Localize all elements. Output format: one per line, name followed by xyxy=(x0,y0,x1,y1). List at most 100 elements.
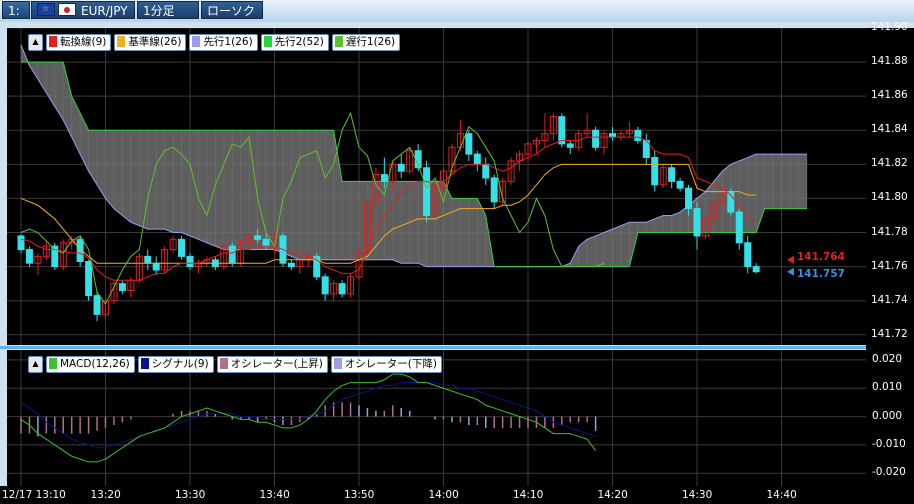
current-price-label: 141.757 xyxy=(797,267,845,280)
candle-body xyxy=(592,129,600,148)
candle-body xyxy=(321,276,329,295)
legend-chikou[interactable]: 遅行1(26) xyxy=(331,34,401,51)
x-tick-label: 14:30 xyxy=(682,489,713,501)
candle-body xyxy=(254,235,262,240)
candle-body xyxy=(676,180,684,189)
y-tick-label: 0.010 xyxy=(872,381,903,394)
legend-swatch-signal xyxy=(140,358,149,369)
kumo-cloud-segment xyxy=(443,181,453,267)
legend-label: 先行2(52) xyxy=(274,36,324,48)
candle-body xyxy=(25,249,33,264)
legend-label: 基準線(26) xyxy=(128,36,182,48)
collapse-legend-button[interactable]: ▲ xyxy=(28,34,43,51)
kumo-cloud-segment xyxy=(265,129,275,250)
x-tick-label: 14:40 xyxy=(766,489,797,501)
eu-flag-icon xyxy=(37,0,55,18)
kumo-cloud-segment xyxy=(88,129,98,186)
pane-divider[interactable] xyxy=(0,346,914,349)
y-tick-label: 141.88 xyxy=(871,55,908,68)
current-price-label: 141.764 xyxy=(797,250,845,263)
kumo-cloud-segment xyxy=(662,215,672,233)
price-chart[interactable]: ▲ 転換線(9) 基準線(26) 先行1(26) 先行2(52) 遅行1(26) xyxy=(7,28,866,345)
candle-body xyxy=(152,262,160,271)
legend-swatch-osc-down xyxy=(333,358,342,369)
y-tick-label: 141.78 xyxy=(871,225,908,238)
candle-body xyxy=(17,235,25,251)
kumo-cloud-segment xyxy=(586,235,596,267)
candle-body xyxy=(693,208,701,237)
kumo-cloud-segment xyxy=(316,129,326,261)
x-tick-label: 14:00 xyxy=(428,489,459,501)
kumo-cloud-segment xyxy=(37,61,47,94)
legend-macd[interactable]: MACD(12,26) xyxy=(46,356,135,373)
x-tick-label: 13:50 xyxy=(344,489,375,501)
legend-swatch-tenkan xyxy=(49,36,57,47)
y-tick-label: 141.84 xyxy=(871,123,908,136)
chart-index: 1: xyxy=(2,1,30,19)
chart-type-selector[interactable]: ローソク xyxy=(201,1,263,19)
legend-label: 先行1(26) xyxy=(203,36,253,48)
kumo-cloud-segment xyxy=(772,153,782,209)
kumo-cloud-segment xyxy=(798,153,808,209)
x-tick-label: 12/17 13:10 xyxy=(2,489,66,501)
legend-swatch-kijun xyxy=(117,36,126,47)
signal-line xyxy=(20,382,596,449)
x-tick-label: 13:20 xyxy=(90,489,121,501)
kumo-cloud-segment xyxy=(215,129,225,251)
legend-senkou-b[interactable]: 先行2(52) xyxy=(260,34,329,51)
kumo-cloud-segment xyxy=(240,129,250,250)
y-tick-label: 141.90 xyxy=(871,21,908,33)
kumo-cloud-segment xyxy=(764,153,774,209)
kumo-cloud-segment xyxy=(274,129,284,254)
kumo-cloud-segment xyxy=(105,129,115,210)
y-tick-label: 141.74 xyxy=(871,293,908,306)
candle-body xyxy=(609,133,616,138)
timeframe-selector[interactable]: 1分足 xyxy=(137,1,199,19)
kumo-cloud-segment xyxy=(350,181,360,261)
kumo-cloud-segment xyxy=(257,129,267,250)
y-tick-label: 0.000 xyxy=(872,409,903,422)
candle-body xyxy=(186,255,194,268)
currency-pair-selector[interactable]: EUR/JPY xyxy=(31,0,135,19)
legend-osc-down[interactable]: オシレーター(下降) xyxy=(330,356,443,373)
legend-kijun[interactable]: 基準線(26) xyxy=(114,34,187,51)
legend-label: MACD(12,26) xyxy=(60,358,130,370)
legend-signal[interactable]: シグナル(9) xyxy=(137,356,214,373)
collapse-macd-legend-button[interactable]: ▲ xyxy=(28,356,43,373)
kumo-cloud-segment xyxy=(578,238,588,267)
kumo-cloud-segment xyxy=(637,221,647,233)
y-tick-label: 141.80 xyxy=(871,191,908,204)
kumo-cloud-segment xyxy=(189,129,199,240)
kumo-cloud-segment xyxy=(789,153,799,209)
x-tick-label: 14:10 xyxy=(513,489,544,501)
candle-body xyxy=(262,238,270,247)
kumo-cloud-segment xyxy=(620,221,630,267)
legend-swatch-osc-up xyxy=(219,358,228,369)
toolbar: 1: EUR/JPY 1分足 ローソク xyxy=(0,0,914,23)
candle-body xyxy=(566,143,574,148)
legend-label: オシレーター(下降) xyxy=(344,358,438,370)
main-legend: ▲ 転換線(9) 基準線(26) 先行1(26) 先行2(52) 遅行1(26) xyxy=(28,34,401,51)
y-tick-label: 0.020 xyxy=(872,352,903,365)
kumo-cloud-segment xyxy=(181,129,191,237)
candle-body xyxy=(423,167,431,216)
kumo-cloud-segment xyxy=(341,181,351,261)
y-tick-label: -0.010 xyxy=(872,437,906,450)
legend-senkou-a[interactable]: 先行1(26) xyxy=(189,34,258,51)
y-tick-label: 141.76 xyxy=(871,259,908,272)
y-tick-label: -0.020 xyxy=(872,466,906,479)
legend-label: 遅行1(26) xyxy=(345,36,396,48)
macd-chart[interactable]: ▲ MACD(12,26) シグナル(9) オシレーター(上昇) オシレーター(… xyxy=(7,350,866,486)
legend-swatch-senkou-b xyxy=(263,36,272,47)
kumo-cloud-segment xyxy=(130,129,140,227)
jp-flag-icon xyxy=(58,3,76,16)
candle-body xyxy=(744,242,752,268)
legend-tenkan[interactable]: 転換線(9) xyxy=(46,34,112,51)
candle-body xyxy=(118,283,126,291)
legend-osc-up[interactable]: オシレーター(上昇) xyxy=(216,356,328,373)
kumo-cloud-segment xyxy=(299,129,309,261)
candle-body xyxy=(397,163,405,172)
price-marker-icon xyxy=(787,267,794,276)
kumo-cloud-segment xyxy=(62,62,72,138)
x-tick-label: 13:30 xyxy=(175,489,206,501)
